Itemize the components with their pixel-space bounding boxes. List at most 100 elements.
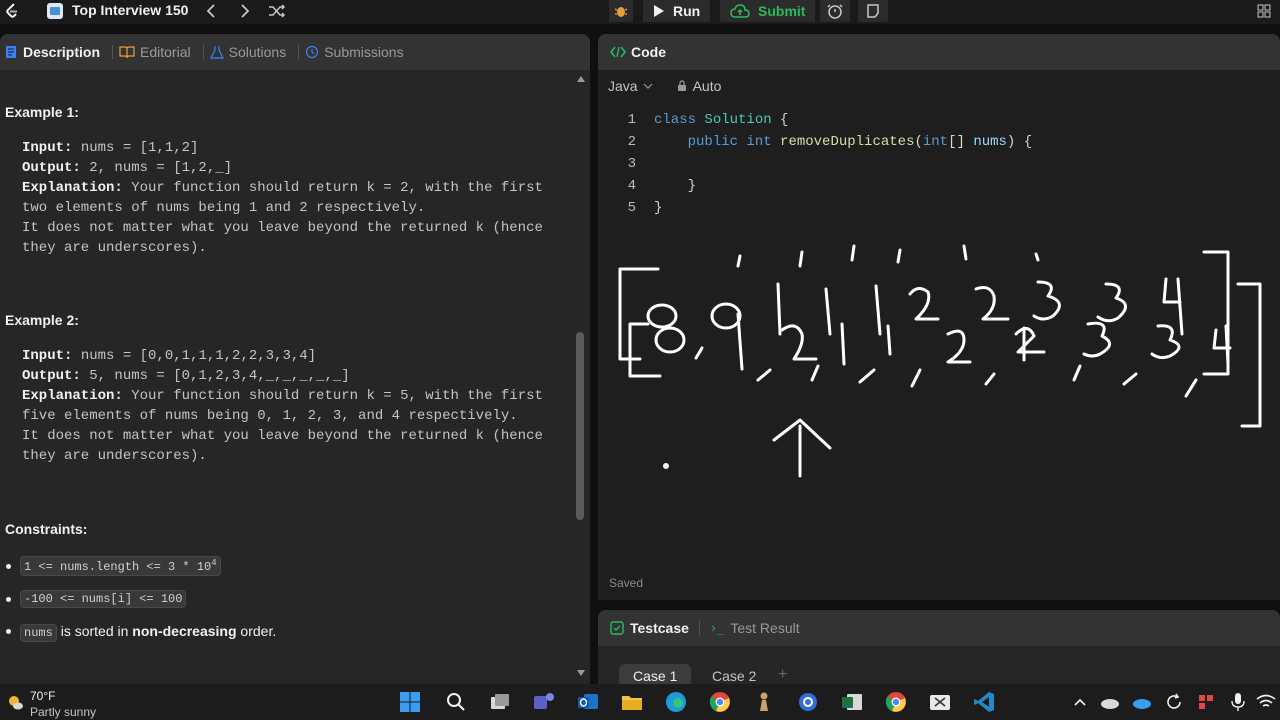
run-button[interactable]: Run	[643, 0, 711, 22]
description-tab-bar: Description Editorial Solutions Submissi…	[0, 34, 590, 70]
windows-start-icon[interactable]	[398, 690, 422, 714]
bullet-dot	[6, 629, 11, 634]
tab-test-result-label: Test Result	[730, 620, 800, 636]
constraint-code: 1 <= nums.length <= 3 * 104	[20, 556, 221, 576]
snipping-tool-icon[interactable]	[928, 690, 952, 714]
chess-app-icon[interactable]	[752, 690, 776, 714]
weather-description[interactable]: Partly sunny	[30, 705, 96, 719]
bullet-dot	[6, 563, 11, 569]
run-button-label: Run	[673, 3, 701, 19]
tab-testcase[interactable]: Testcase	[610, 620, 689, 636]
next-problem-icon[interactable]	[236, 1, 254, 21]
book-icon	[119, 46, 135, 59]
microphone-icon[interactable]	[1226, 690, 1250, 714]
constraints-heading: Constraints:	[5, 521, 88, 537]
scroll-up-arrow-icon[interactable]	[576, 74, 586, 84]
scrollbar-thumb[interactable]	[576, 332, 584, 520]
app-tray-icon[interactable]	[1194, 690, 1218, 714]
tab-testcase-label: Testcase	[630, 620, 689, 636]
case-1-tab[interactable]: Case 1	[619, 664, 692, 684]
network-status-icon[interactable]	[1098, 690, 1122, 714]
explanation-text: It does not matter what you leave beyond…	[22, 428, 543, 444]
output-label: Output:	[22, 160, 81, 176]
explanation-label: Explanation:	[22, 180, 123, 196]
tab-divider	[698, 621, 700, 635]
explanation-text: Your function should return k = 5, with …	[122, 388, 543, 404]
search-icon[interactable]	[444, 690, 468, 714]
testcase-panel: Testcase ›_ Test Result Case 1 Case 2 +	[598, 610, 1280, 684]
windows-taskbar: 70°F Partly sunny	[0, 684, 1280, 720]
example-1-block: Input: nums = [1,1,2] Output: 2, nums = …	[22, 138, 543, 258]
bullet-dot	[6, 596, 11, 602]
output-value: 2, nums = [1,2,_]	[80, 160, 233, 176]
layout-grid-icon[interactable]	[1254, 1, 1274, 21]
wifi-icon[interactable]	[1254, 690, 1278, 714]
document-icon	[6, 46, 16, 58]
constraint-exponent: 4	[211, 558, 217, 568]
input-value: nums = [1,1,2]	[72, 140, 199, 156]
tab-divider	[202, 45, 204, 59]
constraint-text: is sorted in	[56, 623, 133, 639]
explanation-text: they are underscores).	[22, 240, 207, 256]
tab-editorial[interactable]: Editorial	[115, 34, 201, 70]
submit-button-label: Submit	[758, 3, 806, 19]
previous-problem-icon[interactable]	[202, 1, 220, 21]
handwritten-annotation-drawing	[618, 244, 1262, 478]
scroll-down-arrow-icon[interactable]	[576, 668, 586, 678]
cloud-upload-icon	[730, 4, 750, 18]
history-icon	[306, 45, 319, 59]
file-explorer-icon[interactable]	[620, 690, 644, 714]
leetcode-logo-icon[interactable]	[4, 2, 20, 20]
explanation-text: Your function should return k = 2, with …	[122, 180, 543, 196]
tab-submissions[interactable]: Submissions	[301, 34, 413, 70]
timer-icon[interactable]	[820, 0, 850, 22]
flask-icon	[209, 46, 224, 59]
tab-solutions-label: Solutions	[228, 44, 287, 60]
task-view-icon[interactable]	[488, 690, 512, 714]
top-navigation-bar: Top Interview 150 Run Submit	[0, 0, 1280, 24]
tab-editorial-label: Editorial	[140, 44, 191, 60]
explanation-text: they are underscores).	[22, 448, 207, 464]
problem-list-icon[interactable]	[45, 1, 65, 21]
explanation-text: five elements of nums being 0, 1, 2, 3, …	[22, 408, 518, 424]
excel-icon[interactable]	[840, 690, 864, 714]
notes-icon[interactable]	[858, 0, 888, 22]
code-panel: Code Java Auto 1 class Solution { 2 publ…	[598, 34, 1280, 600]
constraint-bold-text: non-decreasing	[132, 623, 237, 639]
case-2-tab[interactable]: Case 2	[698, 664, 770, 684]
terminal-icon: ›_	[709, 621, 725, 635]
tab-divider	[298, 45, 300, 59]
problem-list-title[interactable]: Top Interview 150	[72, 2, 188, 18]
saved-status: Saved	[609, 576, 644, 590]
description-content: Example 1: Input: nums = [1,1,2] Output:…	[0, 70, 572, 684]
debug-icon[interactable]	[609, 0, 633, 22]
outlook-icon[interactable]	[576, 690, 600, 714]
input-value: nums = [0,0,1,1,1,2,2,3,3,4]	[72, 348, 317, 364]
tab-solutions[interactable]: Solutions	[206, 34, 297, 70]
explanation-label: Explanation:	[22, 388, 123, 404]
input-label: Input:	[22, 140, 73, 156]
constraint-code: -100 <= nums[i] <= 100	[20, 590, 187, 608]
weather-temperature[interactable]: 70°F	[30, 689, 55, 703]
refresh-icon[interactable]	[1162, 690, 1186, 714]
chrome-icon[interactable]	[708, 690, 732, 714]
settings-gear-icon[interactable]	[796, 690, 820, 714]
add-testcase-button[interactable]: +	[778, 666, 787, 684]
edge-browser-icon[interactable]	[664, 690, 688, 714]
example-2-block: Input: nums = [0,0,1,1,1,2,2,3,3,4] Outp…	[22, 346, 543, 466]
vscode-icon[interactable]	[972, 690, 996, 714]
tab-description[interactable]: Description	[0, 34, 110, 70]
weather-sun-icon[interactable]	[4, 692, 26, 712]
cloud-sync-icon[interactable]	[1130, 690, 1154, 714]
chrome-profile-icon[interactable]	[884, 690, 908, 714]
constraint-item: 1 <= nums.length <= 3 * 104	[6, 556, 221, 576]
submit-button[interactable]: Submit	[720, 0, 816, 22]
teams-icon[interactable]	[532, 690, 556, 714]
shuffle-icon[interactable]	[266, 1, 288, 21]
explanation-text: It does not matter what you leave beyond…	[22, 220, 543, 236]
output-label: Output:	[22, 368, 81, 384]
chevron-up-icon[interactable]	[1068, 690, 1092, 714]
tab-test-result[interactable]: ›_ Test Result	[710, 620, 800, 636]
tab-description-label: Description	[23, 44, 101, 60]
constraint-item: nums is sorted in non-decreasing order.	[6, 623, 276, 642]
